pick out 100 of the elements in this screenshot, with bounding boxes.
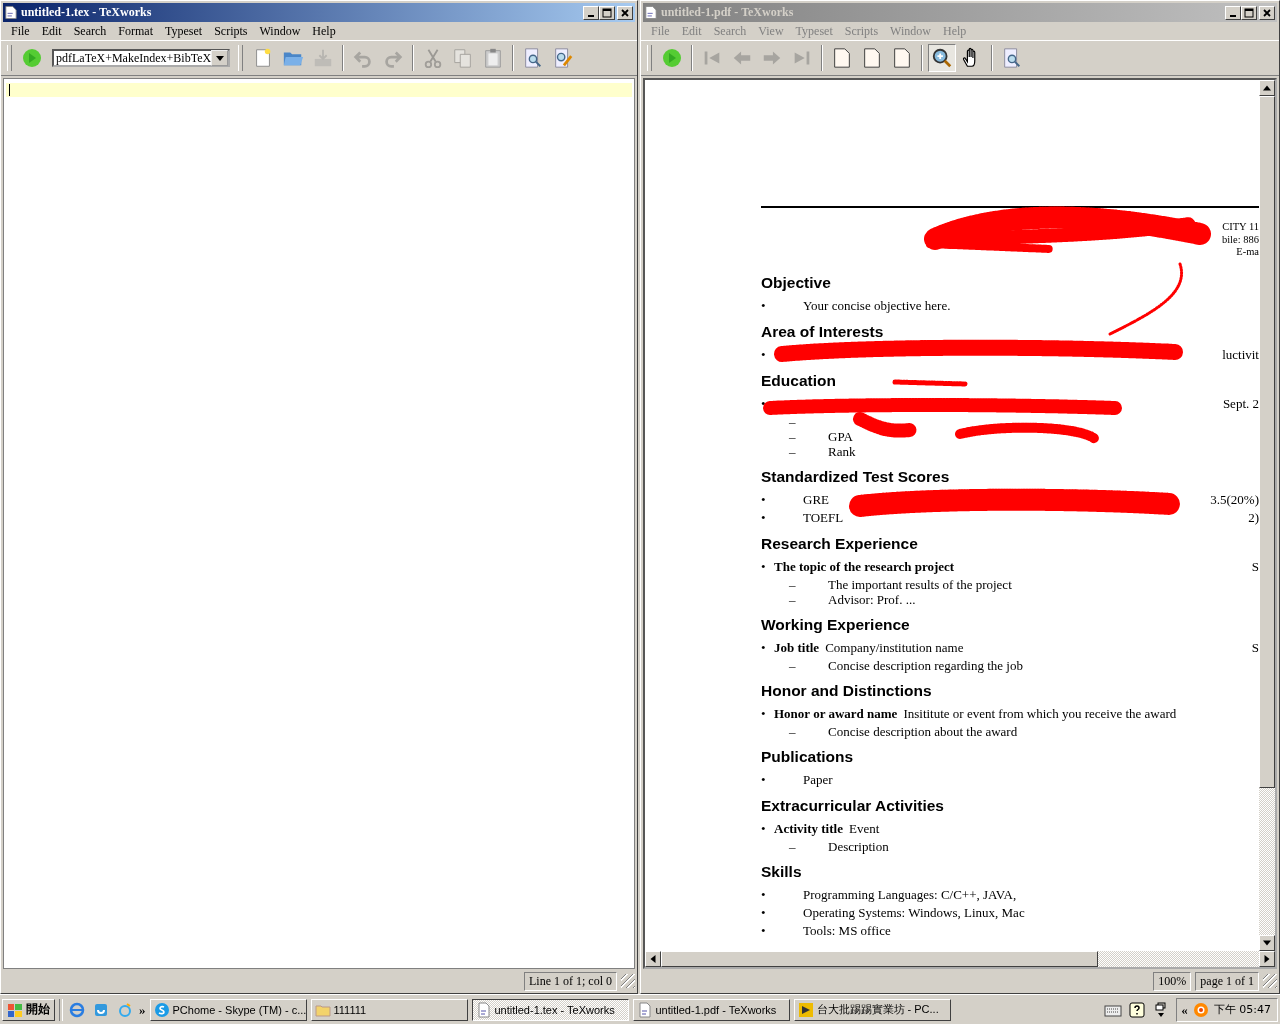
menu-item[interactable]: Search xyxy=(67,23,113,39)
skype-icon xyxy=(153,1001,170,1018)
entry-detail: Concise description regarding the job xyxy=(828,657,1023,673)
engine-dropdown[interactable]: pdfLaTeX+MakeIndex+BibTeX xyxy=(52,49,230,67)
section-heading: Extracurricular Activities xyxy=(761,795,945,816)
dash: – xyxy=(789,838,796,854)
start-button[interactable]: 開始 xyxy=(2,998,55,1021)
down-arrow-icon xyxy=(1263,939,1271,947)
dash: – xyxy=(789,443,796,459)
scroll-thumb[interactable] xyxy=(661,951,1098,967)
find-replace-icon xyxy=(552,47,574,69)
menu-item[interactable]: Scripts xyxy=(208,23,254,39)
dash: – xyxy=(789,413,796,429)
terminal-app-icon xyxy=(797,1001,814,1018)
menu-item[interactable]: Format xyxy=(112,23,159,39)
tray-expand-button[interactable]: « xyxy=(1181,1001,1188,1018)
help-icon[interactable] xyxy=(1128,1001,1147,1018)
contact-line: bile: 886 xyxy=(1221,233,1259,246)
menu-item[interactable]: Help xyxy=(306,23,342,39)
entry-detail: Description xyxy=(828,838,889,854)
section-heading: Publications xyxy=(761,746,855,767)
toolbar-button[interactable] xyxy=(928,44,956,72)
tray-icon xyxy=(312,47,334,69)
entry-text: Insititute or event from which you receive the award xyxy=(903,705,1177,722)
zoom-level: 100% xyxy=(1153,971,1192,991)
maximize-icon xyxy=(1244,7,1254,18)
entry-detail: Concise description about the award xyxy=(828,723,1018,739)
zoom-in-icon xyxy=(931,47,953,69)
menu-item[interactable]: Typeset xyxy=(159,23,209,39)
entry-text: Operating Systems: Windows, Linux, Mac xyxy=(803,904,1025,921)
play-icon xyxy=(21,47,43,69)
menu-item[interactable]: Window xyxy=(253,23,307,39)
maximize-icon xyxy=(602,7,612,18)
page-icon xyxy=(861,47,883,69)
section-heading: Standardized Test Scores xyxy=(761,466,951,487)
taskbar-button[interactable]: untitled-1.tex - TeXworks xyxy=(471,998,629,1021)
entry-date: S xyxy=(1251,558,1259,575)
resize-grip[interactable] xyxy=(621,974,635,988)
dash: – xyxy=(789,657,796,673)
bullet: • xyxy=(761,904,766,920)
document-icon xyxy=(636,1001,653,1018)
entry-text: TOEFL xyxy=(803,509,844,526)
page-indicator: page 1 of 1 xyxy=(1195,971,1259,991)
document-icon xyxy=(5,5,17,20)
document-icon xyxy=(475,1001,492,1018)
taskbar-button[interactable]: PChome - Skype (TM) - c... xyxy=(149,998,307,1021)
dash: – xyxy=(789,723,796,739)
bullet: • xyxy=(761,491,766,507)
contact-line: CITY 11 xyxy=(1222,221,1259,234)
taskbar-button[interactable]: 台大批踢踢實業坊 - PC... xyxy=(793,998,951,1021)
close-button[interactable] xyxy=(617,5,633,20)
dropdown-arrow-icon xyxy=(215,55,224,61)
bullet: • xyxy=(761,922,766,938)
page-icon xyxy=(891,47,913,69)
clipboard-icon xyxy=(482,47,504,69)
page-icon xyxy=(831,47,853,69)
minimize-icon xyxy=(1230,14,1236,17)
bullet: • xyxy=(761,886,766,902)
bullet: • xyxy=(761,639,766,655)
section-heading: Honor and Distinctions xyxy=(761,680,933,701)
bullet: • xyxy=(761,705,766,721)
entry-title: Job title xyxy=(774,639,820,656)
bullet: • xyxy=(761,771,766,787)
bullet: • xyxy=(761,509,766,525)
horizontal-scrollbar[interactable] xyxy=(645,951,1275,967)
minimize-button[interactable] xyxy=(583,5,599,20)
entry-text: Programming Languages: C/C++, JAVA, xyxy=(803,886,1017,903)
scroll-thumb[interactable] xyxy=(1259,96,1275,788)
maximize-button[interactable] xyxy=(599,5,615,20)
bullet: • xyxy=(761,558,766,574)
window-title: untitled-1.tex - TeXworks xyxy=(21,5,153,20)
browser-icon[interactable] xyxy=(69,1001,85,1018)
resize-grip[interactable] xyxy=(1263,974,1277,988)
window-title: untitled-1.pdf - TeXworks xyxy=(661,5,795,20)
bullet: • xyxy=(761,820,766,836)
up-arrow-icon xyxy=(1263,84,1271,92)
bullet: • xyxy=(761,346,766,362)
menu-item[interactable]: File xyxy=(5,23,36,39)
play-icon xyxy=(661,47,683,69)
close-icon xyxy=(1262,7,1272,18)
entry-text: GRE xyxy=(803,491,829,508)
entry-text: Company/institution name xyxy=(825,639,964,656)
entry-date: Sept. 2 xyxy=(1222,395,1259,412)
taskbar-button[interactable]: untitled-1.pdf - TeXworks xyxy=(632,998,790,1021)
taskbar-button[interactable]: 111111 xyxy=(310,998,468,1021)
target-icon[interactable] xyxy=(1191,1001,1210,1018)
app-icon[interactable] xyxy=(93,1001,109,1018)
entry-date: 2) xyxy=(1248,509,1259,526)
contact-line: E-ma xyxy=(1236,246,1259,259)
entry-date: 3.5(20%) xyxy=(1210,491,1259,508)
menu-item[interactable]: Edit xyxy=(35,23,68,39)
section-heading: Area of Interests xyxy=(761,321,885,342)
close-icon xyxy=(620,7,630,18)
more-button[interactable]: » xyxy=(139,1001,146,1018)
bullet: • xyxy=(761,297,766,313)
entry-title: Honor or award name xyxy=(774,705,898,722)
dash: – xyxy=(789,428,796,444)
entry-text: Tools: MS office xyxy=(803,922,891,939)
vertical-scrollbar[interactable] xyxy=(1259,80,1275,951)
left-arrow-icon xyxy=(649,955,657,963)
